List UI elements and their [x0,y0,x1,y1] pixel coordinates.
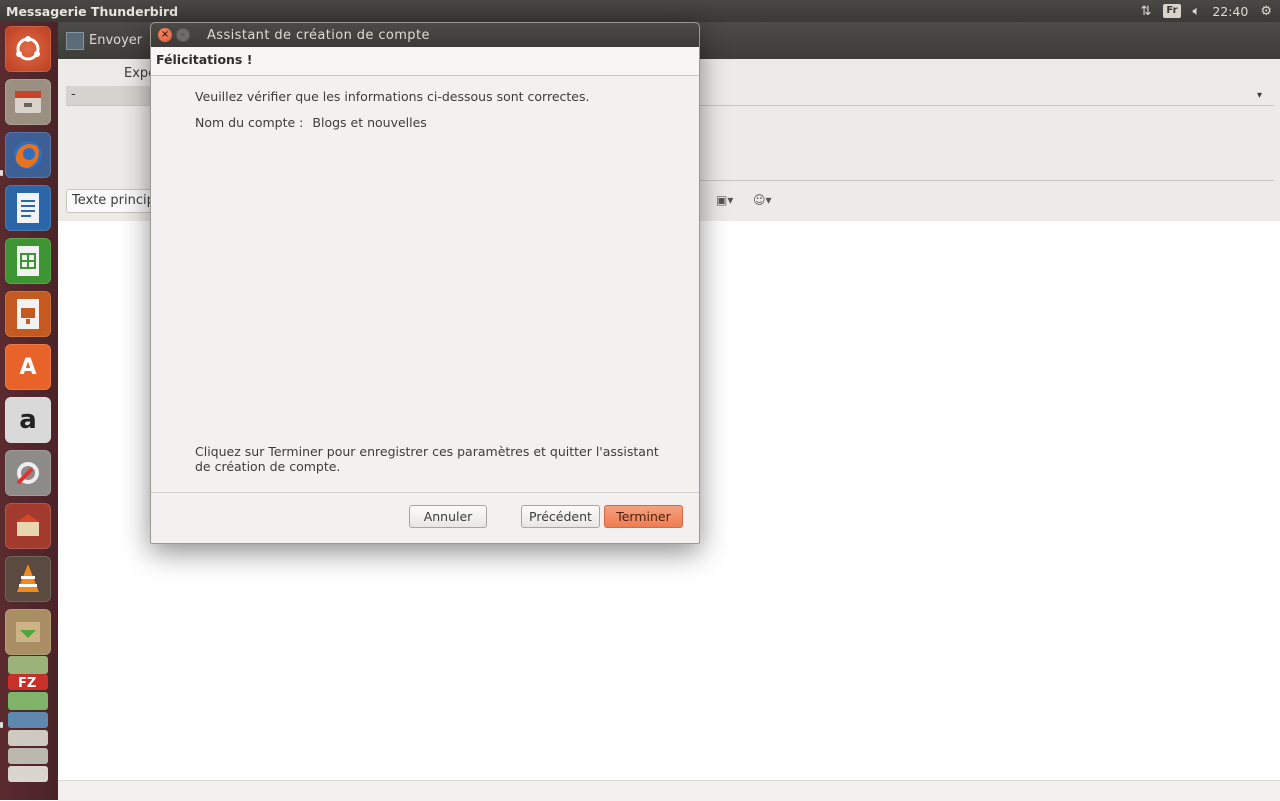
header-divider [698,180,1274,181]
keyboard-layout-indicator[interactable]: Fr [1163,4,1181,18]
page-title: Félicitations ! [151,47,699,76]
smiley-icon[interactable]: ☺▾ [753,193,772,207]
running-indicator [0,722,3,728]
status-bar [58,780,1280,801]
top-panel: Messagerie Thunderbird ⇅ Fr 🔈︎ 22:40 ⚙ [0,0,1280,22]
account-name-label: Nom du compte : [195,115,304,130]
session-gear-icon[interactable]: ⚙ [1260,4,1272,19]
archive-manager-icon[interactable] [5,609,51,655]
send-button[interactable]: Envoyer [66,31,143,50]
stacked-apps-icon[interactable]: FZ [5,654,51,784]
intro-text: Veuillez vérifier que les informations c… [195,89,590,104]
dialog-title: Assistant de création de compte [207,27,430,43]
chevron-down-icon[interactable]: ▾ [1257,90,1262,101]
ubuntu-dash-icon[interactable] [5,26,51,72]
network-icon[interactable]: ⇅ [1140,4,1151,19]
identity-select[interactable]: - [66,86,156,105]
indicator-area: ⇅ Fr 🔈︎ 22:40 ⚙ [1140,4,1272,19]
system-settings-icon[interactable] [5,450,51,496]
dialog-button-bar: Annuler Précédent Terminer [151,493,699,542]
account-name-row: Nom du compte : Blogs et nouvelles [195,115,427,130]
svg-text:FZ: FZ [18,676,36,691]
cancel-button[interactable]: Annuler [409,505,487,528]
close-icon[interactable]: × [158,28,172,42]
previous-button[interactable]: Précédent [521,505,600,528]
clock[interactable]: 22:40 [1212,4,1248,19]
vlc-icon[interactable] [5,556,51,602]
libreoffice-impress-icon[interactable] [5,291,51,337]
amazon-icon[interactable]: a [5,397,51,443]
running-indicator [0,170,3,176]
identity-value: - [71,87,76,102]
libreoffice-calc-icon[interactable] [5,238,51,284]
dialog-titlebar[interactable]: × – Assistant de création de compte [151,23,699,47]
libreoffice-writer-icon[interactable] [5,185,51,231]
finish-button[interactable]: Terminer [604,505,683,528]
files-icon[interactable] [5,79,51,125]
firefox-icon[interactable] [5,132,51,178]
volume-icon[interactable]: 🔈︎ [1193,4,1201,19]
finish-instructions: Cliquez sur Terminer pour enregistrer ce… [195,444,659,474]
send-label: Envoyer [89,33,143,48]
insert-image-icon[interactable]: ▣▾ [716,193,733,207]
send-icon [66,31,84,50]
launcher: A a FZ [0,22,58,800]
app-icon[interactable] [5,503,51,549]
account-wizard-dialog: × – Assistant de création de compte Féli… [150,22,700,544]
minimize-icon[interactable]: – [176,28,190,42]
software-center-icon[interactable]: A [5,344,51,390]
app-title: Messagerie Thunderbird [6,3,179,19]
account-name-value: Blogs et nouvelles [312,115,427,130]
dialog-body: Veuillez vérifier que les informations c… [151,76,699,493]
